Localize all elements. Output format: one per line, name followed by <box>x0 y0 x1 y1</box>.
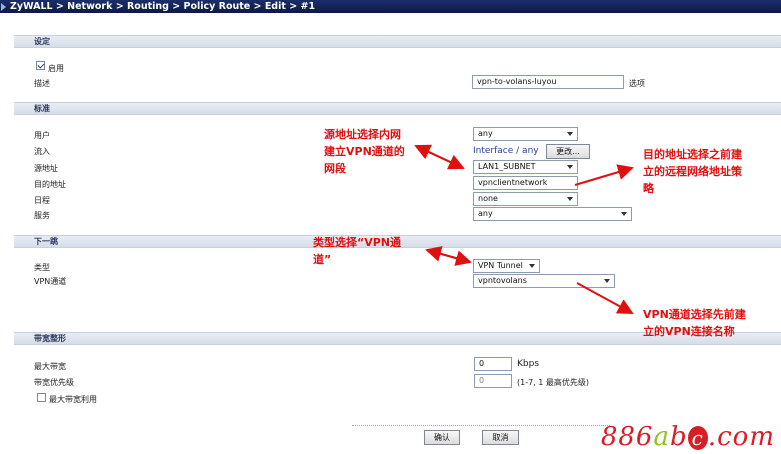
annotation-line: 立的远程网络地址策 <box>643 165 742 178</box>
source-select[interactable]: LAN1_SUBNET <box>473 160 578 174</box>
source-label: 源地址 <box>34 164 58 173</box>
chevron-down-icon <box>567 197 573 201</box>
source-select-value: LAN1_SUBNET <box>478 162 536 171</box>
chevron-down-icon <box>604 279 610 283</box>
section-criteria: 标准 <box>14 102 781 115</box>
max-bandwidth-input[interactable]: 0 <box>474 357 512 371</box>
user-label: 用户 <box>34 131 50 140</box>
annotation-line: 略 <box>643 182 654 195</box>
type-label: 类型 <box>34 263 50 272</box>
priority-input[interactable]: 0 <box>474 374 512 388</box>
vpn-annotation: VPN通道选择先前建 立的VPN连接名称 <box>643 306 746 340</box>
incoming-value: Interface / any <box>473 146 539 156</box>
service-label: 服务 <box>34 211 50 220</box>
schedule-select[interactable]: none <box>473 192 578 206</box>
change-button[interactable]: 更改... <box>546 144 590 159</box>
description-input[interactable]: vpn-to-volans-luyou <box>472 75 624 89</box>
arrow-type-left <box>425 246 471 263</box>
destination-annotation: 目的地址选择之前建 立的远程网络地址策 略 <box>643 146 742 197</box>
arrow-type-right <box>426 249 472 266</box>
watermark-part: .com <box>707 422 775 452</box>
annotation-line: 类型选择“VPN通 <box>313 236 402 249</box>
annotation-arrows <box>414 144 634 314</box>
annotation-line: 立的VPN连接名称 <box>643 325 735 338</box>
watermark-part: b <box>670 422 688 452</box>
vpn-label: VPN通道 <box>34 277 67 286</box>
ok-button[interactable]: 确认 <box>424 430 460 445</box>
annotation-line: 道” <box>313 253 332 266</box>
annotation-line: 目的地址选择之前建 <box>643 148 742 161</box>
annotation-line: 建立VPN通道的 <box>324 145 405 158</box>
description-label: 描述 <box>34 79 50 88</box>
optional-label: 选项 <box>629 79 645 88</box>
annotation-line: VPN通道选择先前建 <box>643 308 746 321</box>
user-select[interactable]: any <box>473 127 578 141</box>
watermark-part: a <box>653 422 670 452</box>
service-select-value: any <box>478 209 493 218</box>
watermark: 886ab c .com <box>601 422 775 452</box>
max-bandwidth-label: 最大带宽 <box>34 362 66 371</box>
schedule-label: 日程 <box>34 196 50 205</box>
breadcrumb: ZyWALL > Network > Routing > Policy Rout… <box>10 1 316 12</box>
priority-label: 带宽优先级 <box>34 378 74 387</box>
incoming-label: 流入 <box>34 147 50 156</box>
priority-hint: (1-7, 1 最高优先级) <box>517 378 590 387</box>
arrow-source-left <box>414 144 464 169</box>
enable-checkbox[interactable] <box>36 61 45 70</box>
divider <box>352 425 610 426</box>
chevron-down-icon <box>621 212 627 216</box>
vpn-select-value: vpntovolans <box>478 276 527 285</box>
chevron-down-icon <box>567 165 573 169</box>
arrow-source-right <box>415 145 465 170</box>
destination-select[interactable]: vpnclientnetwork <box>473 176 578 190</box>
service-select[interactable]: any <box>473 207 632 221</box>
schedule-select-value: none <box>478 194 498 203</box>
watermark-part: 886 <box>600 422 654 452</box>
source-annotation: 源地址选择内网 建立VPN通道的 网段 <box>324 126 405 177</box>
watermark-part: c <box>687 426 708 450</box>
type-annotation: 类型选择“VPN通 道” <box>313 234 401 268</box>
user-select-value: any <box>478 129 493 138</box>
max-bandwidth-unit: Kbps <box>517 359 540 369</box>
type-select[interactable]: VPN Tunnel <box>473 259 540 273</box>
title-bar: ZyWALL > Network > Routing > Policy Rout… <box>0 0 781 13</box>
max-usage-label: 最大带宽利用 <box>49 395 97 404</box>
caret-icon <box>1 3 6 11</box>
type-select-value: VPN Tunnel <box>478 261 523 270</box>
destination-select-value: vpnclientnetwork <box>478 178 548 187</box>
annotation-line: 网段 <box>324 162 346 175</box>
destination-label: 目的地址 <box>34 180 66 189</box>
arrow-destination <box>574 164 634 186</box>
chevron-down-icon <box>529 264 535 268</box>
annotation-line: 源地址选择内网 <box>324 128 401 141</box>
vpn-select[interactable]: vpntovolans <box>473 274 615 288</box>
enable-label: 启用 <box>48 64 64 73</box>
chevron-down-icon <box>567 132 573 136</box>
max-usage-checkbox[interactable] <box>37 393 46 402</box>
section-settings: 设定 <box>14 35 781 48</box>
cancel-button[interactable]: 取消 <box>482 430 519 445</box>
